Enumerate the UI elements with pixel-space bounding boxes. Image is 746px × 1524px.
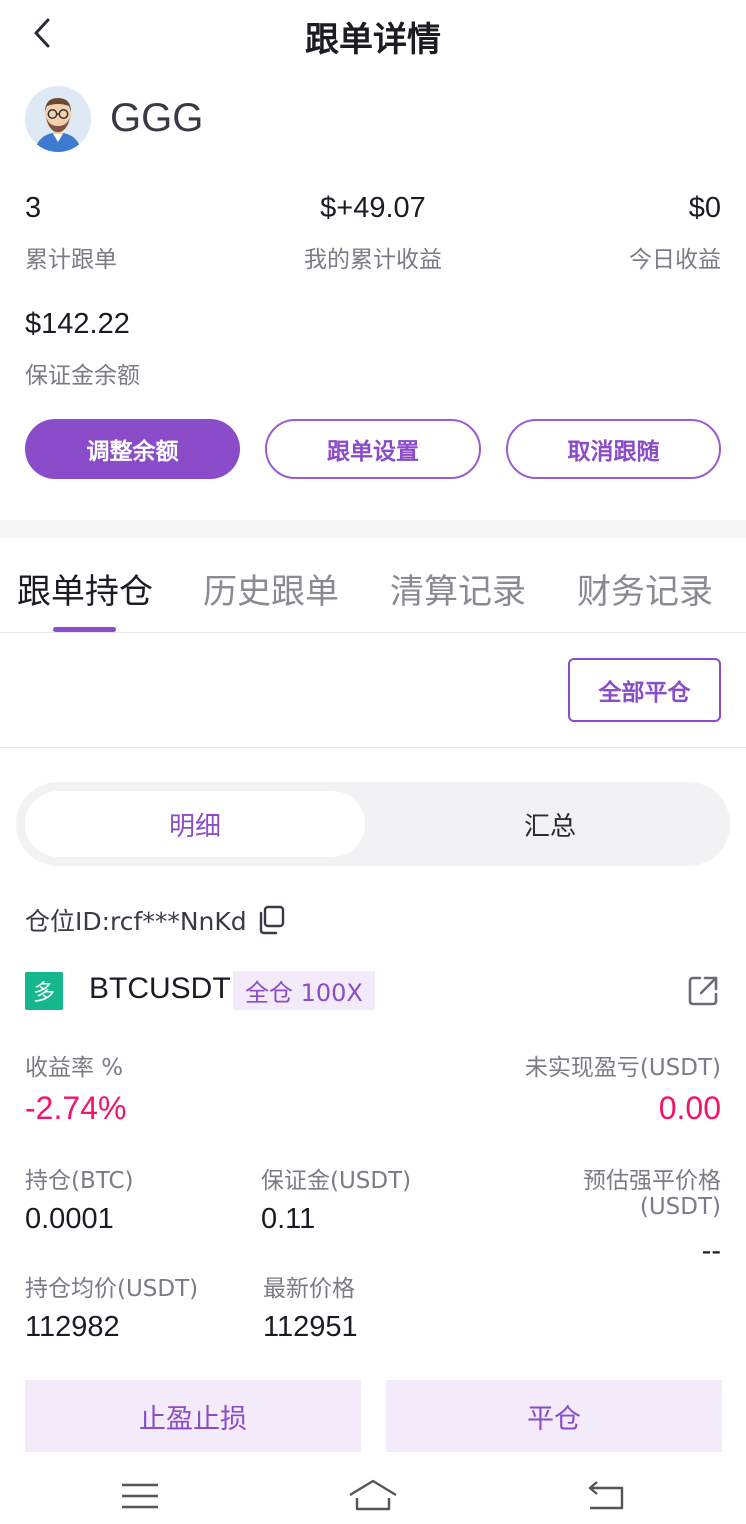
size-value: 0.0001 bbox=[25, 1203, 114, 1235]
margin-balance-label: 保证金余额 bbox=[25, 363, 140, 389]
upnl-value: 0.00 bbox=[658, 1090, 721, 1126]
avatar-icon bbox=[25, 86, 91, 152]
roe-value: -2.74% bbox=[25, 1090, 127, 1126]
liq-price-label: 预估强平价格 bbox=[583, 1168, 721, 1194]
position-id-row: 仓位ID:rcf***NnKd bbox=[25, 902, 287, 938]
tab-finance[interactable]: 财务记录 bbox=[577, 564, 713, 613]
menu-icon[interactable] bbox=[112, 1476, 168, 1516]
upnl-label: 未实现盈亏(USDT) bbox=[524, 1055, 721, 1081]
liq-price-value: -- bbox=[701, 1235, 721, 1267]
size-label: 持仓(BTC) bbox=[25, 1168, 134, 1194]
tab-divider bbox=[0, 632, 746, 633]
segment-summary[interactable]: 汇总 bbox=[380, 791, 720, 857]
long-badge: 多 bbox=[25, 972, 63, 1010]
section-divider bbox=[0, 520, 746, 538]
liq-price-unit: (USDT) bbox=[639, 1194, 721, 1220]
copy-icon[interactable] bbox=[255, 904, 287, 936]
margin-balance-value: $142.22 bbox=[25, 308, 130, 340]
mark-price-label: 最新价格 bbox=[263, 1276, 355, 1302]
back-nav-icon[interactable] bbox=[578, 1476, 634, 1516]
cancel-follow-button[interactable]: 取消跟随 bbox=[506, 419, 721, 479]
total-follows-value: 3 bbox=[25, 192, 42, 224]
margin-value: 0.11 bbox=[261, 1203, 316, 1235]
mark-price-value: 112951 bbox=[263, 1311, 358, 1343]
share-icon[interactable] bbox=[684, 972, 722, 1010]
today-profit-value: $0 bbox=[688, 192, 721, 224]
entry-price-value: 112982 bbox=[25, 1311, 120, 1343]
entry-price-label: 持仓均价(USDT) bbox=[25, 1276, 199, 1302]
page-title: 跟单详情 bbox=[305, 20, 441, 60]
position-id: 仓位ID:rcf***NnKd bbox=[25, 907, 247, 936]
copy-settings-button[interactable]: 跟单设置 bbox=[265, 419, 481, 479]
today-profit-label: 今日收益 bbox=[629, 247, 721, 273]
adjust-balance-button[interactable]: 调整余额 bbox=[25, 419, 240, 479]
total-profit-value: $+49.07 bbox=[320, 192, 426, 224]
margin-mode-tag: 全仓 100X bbox=[233, 971, 375, 1010]
total-profit-label: 我的累计收益 bbox=[304, 247, 442, 273]
close-position-button[interactable]: 平仓 bbox=[386, 1380, 722, 1452]
tab-positions[interactable]: 跟单持仓 bbox=[17, 564, 153, 613]
username: GGG bbox=[110, 96, 204, 140]
total-follows-label: 累计跟单 bbox=[25, 247, 117, 273]
close-all-button[interactable]: 全部平仓 bbox=[568, 658, 721, 722]
margin-label: 保证金(USDT) bbox=[261, 1168, 412, 1194]
segment-detail[interactable]: 明细 bbox=[25, 791, 365, 857]
symbol: BTCUSDT bbox=[89, 972, 231, 1005]
home-icon[interactable] bbox=[345, 1476, 401, 1516]
roe-label: 收益率 % bbox=[25, 1055, 124, 1081]
tab-history[interactable]: 历史跟单 bbox=[203, 564, 339, 613]
tab-liquidations[interactable]: 清算记录 bbox=[390, 564, 526, 613]
tpsl-button[interactable]: 止盈止损 bbox=[25, 1380, 361, 1452]
toolbar-divider bbox=[0, 747, 746, 748]
